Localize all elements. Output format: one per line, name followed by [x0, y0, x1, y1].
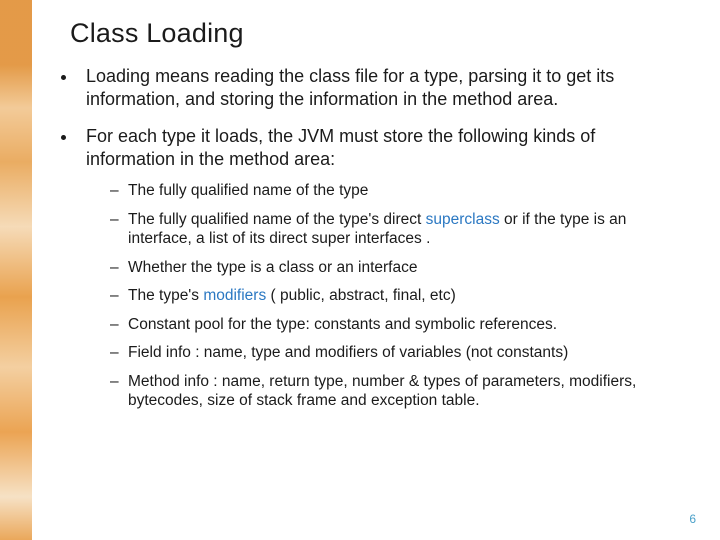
sub-bullet-item: Field info : name, type and modifiers of… [110, 343, 686, 363]
keyword-superclass: superclass [426, 211, 500, 228]
sub-bullet-item: Method info : name, return type, number … [110, 372, 686, 411]
bullet-item: Loading means reading the class file for… [78, 65, 686, 111]
sub-bullet-text: The fully qualified name of the type [128, 182, 368, 199]
slide-title: Class Loading [70, 18, 686, 49]
bullet-text: Loading means reading the class file for… [86, 66, 614, 109]
bullet-text: For each type it loads, the JVM must sto… [86, 126, 595, 169]
keyword-modifiers: modifiers [203, 287, 266, 304]
sub-bullet-item: Constant pool for the type: constants an… [110, 315, 686, 335]
sub-bullet-item: The fully qualified name of the type [110, 181, 686, 201]
page-number: 6 [689, 512, 696, 526]
bullet-item: For each type it loads, the JVM must sto… [78, 125, 686, 411]
bullet-list: Loading means reading the class file for… [58, 65, 686, 411]
decorative-sidebar [0, 0, 32, 540]
sub-bullet-item: The fully qualified name of the type's d… [110, 210, 686, 249]
sub-bullet-text: Method info : name, return type, number … [128, 373, 636, 410]
sub-bullet-text: Whether the type is a class or an interf… [128, 259, 417, 276]
slide: Class Loading Loading means reading the … [0, 0, 720, 540]
sub-bullet-list: The fully qualified name of the type The… [86, 181, 686, 411]
sub-bullet-item: Whether the type is a class or an interf… [110, 258, 686, 278]
sub-bullet-text: Constant pool for the type: constants an… [128, 316, 557, 333]
slide-content: Class Loading Loading means reading the … [32, 0, 720, 540]
sub-bullet-text: The fully qualified name of the type's d… [128, 211, 426, 228]
sub-bullet-text: ( public, abstract, final, etc) [266, 287, 456, 304]
sub-bullet-text: The type's [128, 287, 203, 304]
sub-bullet-item: The type's modifiers ( public, abstract,… [110, 286, 686, 306]
sub-bullet-text: Field info : name, type and modifiers of… [128, 344, 568, 361]
